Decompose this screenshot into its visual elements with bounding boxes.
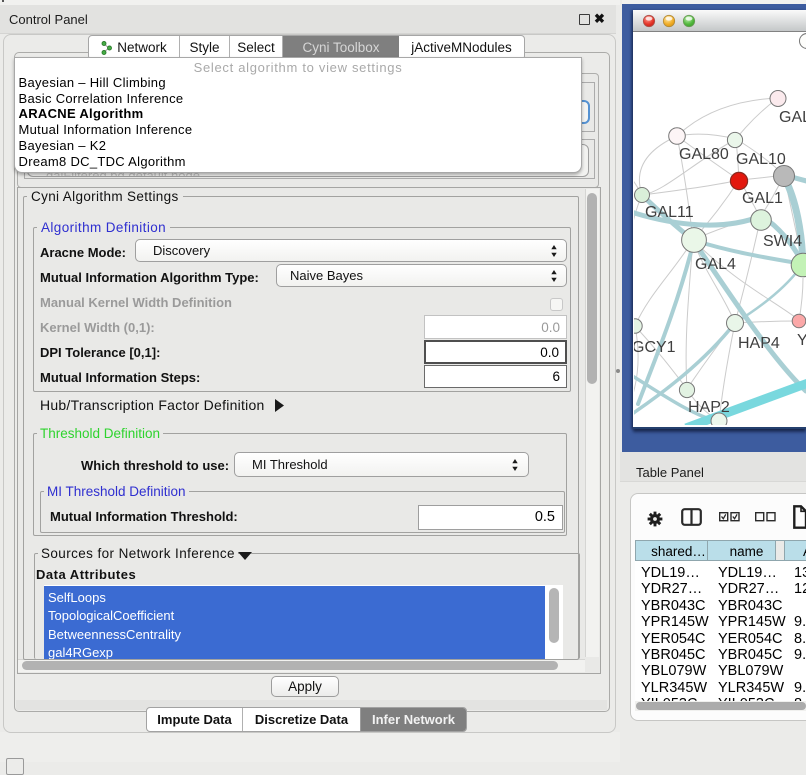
svg-text:YL: YL: [797, 332, 806, 349]
svg-text:GAL4: GAL4: [695, 256, 736, 273]
svg-text:GAL80: GAL80: [679, 146, 729, 163]
svg-text:GCY1: GCY1: [634, 339, 676, 356]
svg-text:GAL10: GAL10: [736, 151, 786, 168]
svg-text:GAL11: GAL11: [645, 204, 694, 221]
svg-text:GAL7: GAL7: [779, 109, 806, 126]
svg-text:SWI4: SWI4: [763, 233, 802, 250]
svg-text:HAP4: HAP4: [738, 335, 780, 352]
svg-text:GAL1: GAL1: [742, 190, 783, 207]
svg-text:HAP2: HAP2: [688, 399, 730, 416]
